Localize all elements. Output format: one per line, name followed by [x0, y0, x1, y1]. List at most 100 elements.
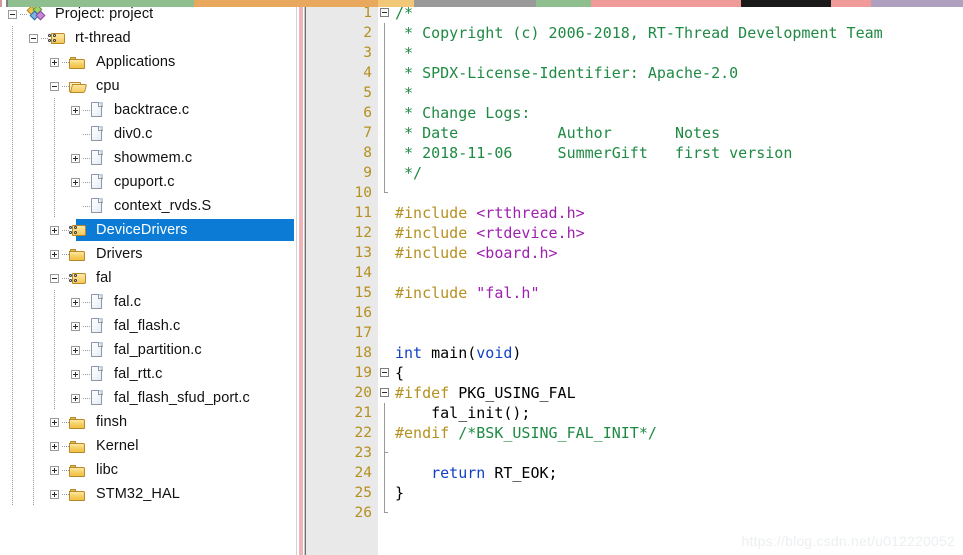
source-code-text[interactable]: /* * Copyright (c) 2006-2018, RT-Thread … [394, 0, 963, 555]
code-line[interactable]: * Date Author Notes [395, 123, 963, 143]
line-number: 18 [354, 345, 372, 361]
tree-node-fal-flash-c[interactable]: fal_flash.c [0, 314, 296, 338]
tree-node-stm32-hal[interactable]: STM32_HAL [0, 482, 296, 506]
tree-node-label: fal_flash.c [114, 318, 181, 334]
fold-collapse-icon[interactable] [380, 8, 389, 17]
tree-node-context-rvds-s[interactable]: context_rvds.S [0, 194, 296, 218]
tree-node-fal-c[interactable]: fal.c [0, 290, 296, 314]
file-icon [90, 366, 104, 382]
code-line[interactable]: /* [395, 3, 963, 23]
tree-node-backtrace-c[interactable]: backtrace.c [0, 98, 296, 122]
expand-icon[interactable] [50, 417, 59, 427]
code-area[interactable]: 1 2 3 4 5 6 7 8 9 10 11 12 13 14 15 16 17 18 19 20 21 22 23 24 2… [306, 0, 963, 555]
panel-divider[interactable] [296, 0, 305, 555]
tree-node-fal-rtt-c[interactable]: fal_rtt.c [0, 362, 296, 386]
tree-node-label: fal [96, 270, 112, 286]
line-number: 7 [363, 125, 372, 141]
code-line[interactable]: #ifdef PKG_USING_FAL [395, 383, 963, 403]
project-tree-panel[interactable]: Project: project rt-thread Applications cpu… [0, 0, 296, 555]
tree-node-fal-partition-c[interactable]: fal_partition.c [0, 338, 296, 362]
code-line[interactable]: #include "fal.h" [395, 283, 963, 303]
code-line[interactable]: * [395, 83, 963, 103]
tree-node-drivers[interactable]: Drivers [0, 242, 296, 266]
code-line[interactable]: #include <rtthread.h> [395, 203, 963, 223]
code-line[interactable]: return RT_EOK; [395, 463, 963, 483]
expand-icon[interactable] [71, 345, 80, 355]
code-folding-column[interactable] [378, 0, 394, 555]
tree-node-rt-thread[interactable]: rt-thread [0, 26, 296, 50]
collapse-icon[interactable] [8, 9, 17, 19]
code-line[interactable] [395, 303, 963, 323]
code-line[interactable] [395, 503, 963, 523]
code-line[interactable]: */ [395, 163, 963, 183]
tree-node-fal-flash-sfud-port-c[interactable]: fal_flash_sfud_port.c [0, 386, 296, 410]
fold-row [378, 203, 394, 223]
project-tree[interactable]: Project: project rt-thread Applications cpu… [0, 0, 296, 506]
code-line[interactable]: * Change Logs: [395, 103, 963, 123]
tree-node-cpu[interactable]: cpu [0, 74, 296, 98]
collapse-icon[interactable] [50, 273, 59, 283]
collapse-icon[interactable] [29, 33, 38, 43]
code-line[interactable]: { [395, 363, 963, 383]
expand-icon[interactable] [71, 393, 80, 403]
tree-node-label: libc [96, 462, 119, 478]
expander-spacer [71, 194, 83, 218]
fold-guide-line [384, 123, 385, 143]
tree-node-kernel[interactable]: Kernel [0, 434, 296, 458]
tree-node-showmem-c[interactable]: showmem.c [0, 146, 296, 170]
file-icon [90, 342, 104, 358]
code-line[interactable]: #include <board.h> [395, 243, 963, 263]
expand-icon[interactable] [71, 177, 80, 187]
expand-icon[interactable] [50, 249, 59, 259]
fold-collapse-icon[interactable] [380, 368, 389, 377]
tree-node-applications[interactable]: Applications [0, 50, 296, 74]
expand-icon[interactable] [50, 225, 59, 235]
expand-icon[interactable] [50, 441, 59, 451]
expand-icon[interactable] [71, 105, 80, 115]
code-line[interactable]: #endif /*BSK_USING_FAL_INIT*/ [395, 423, 963, 443]
fold-row [378, 343, 394, 363]
tree-connector [62, 230, 69, 231]
tree-node-fal[interactable]: fal [0, 266, 296, 290]
code-line[interactable]: int main(void) [395, 343, 963, 363]
line-number: 21 [354, 405, 372, 421]
expand-icon[interactable] [50, 465, 59, 475]
expand-icon[interactable] [50, 489, 59, 499]
code-line[interactable] [395, 183, 963, 203]
tree-node-cpuport-c[interactable]: cpuport.c [0, 170, 296, 194]
code-line[interactable]: * [395, 43, 963, 63]
tree-connector [83, 374, 90, 375]
tree-node-div0-c[interactable]: div0.c [0, 122, 296, 146]
expand-icon[interactable] [71, 321, 80, 331]
expand-icon[interactable] [71, 369, 80, 379]
tree-node-finsh[interactable]: finsh [0, 410, 296, 434]
expand-icon[interactable] [71, 153, 80, 163]
tree-node-label: cpuport.c [114, 174, 175, 190]
folder-group-icon [48, 31, 65, 46]
tree-node-project-project[interactable]: Project: project [0, 2, 296, 26]
code-line[interactable]: #include <rtdevice.h> [395, 223, 963, 243]
collapse-icon[interactable] [50, 81, 59, 91]
tree-node-label: Applications [96, 54, 176, 70]
code-line[interactable]: } [395, 483, 963, 503]
code-token-header: <rtdevice.h> [476, 224, 585, 242]
code-editor[interactable]: 1 2 3 4 5 6 7 8 9 10 11 12 13 14 15 16 17 18 19 20 21 22 23 24 2… [305, 0, 963, 555]
fold-guide-line [384, 163, 385, 183]
code-line[interactable]: fal_init(); [395, 403, 963, 423]
code-line[interactable]: * 2018-11-06 SummerGift first version [395, 143, 963, 163]
code-line[interactable]: * Copyright (c) 2006-2018, RT-Thread Dev… [395, 23, 963, 43]
code-line[interactable] [395, 263, 963, 283]
indent-spacer [0, 146, 71, 170]
code-line[interactable] [395, 443, 963, 463]
indent-spacer [0, 50, 50, 74]
code-line[interactable]: * SPDX-License-Identifier: Apache-2.0 [395, 63, 963, 83]
line-number: 26 [354, 505, 372, 521]
vertical-scrollbar[interactable] [299, 0, 303, 555]
tree-connector [20, 14, 27, 15]
tree-node-libc[interactable]: libc [0, 458, 296, 482]
expand-icon[interactable] [71, 297, 80, 307]
expand-icon[interactable] [50, 57, 59, 67]
fold-collapse-icon[interactable] [380, 388, 389, 397]
tree-node-devicedrivers[interactable]: DeviceDrivers [0, 218, 296, 242]
code-line[interactable] [395, 323, 963, 343]
